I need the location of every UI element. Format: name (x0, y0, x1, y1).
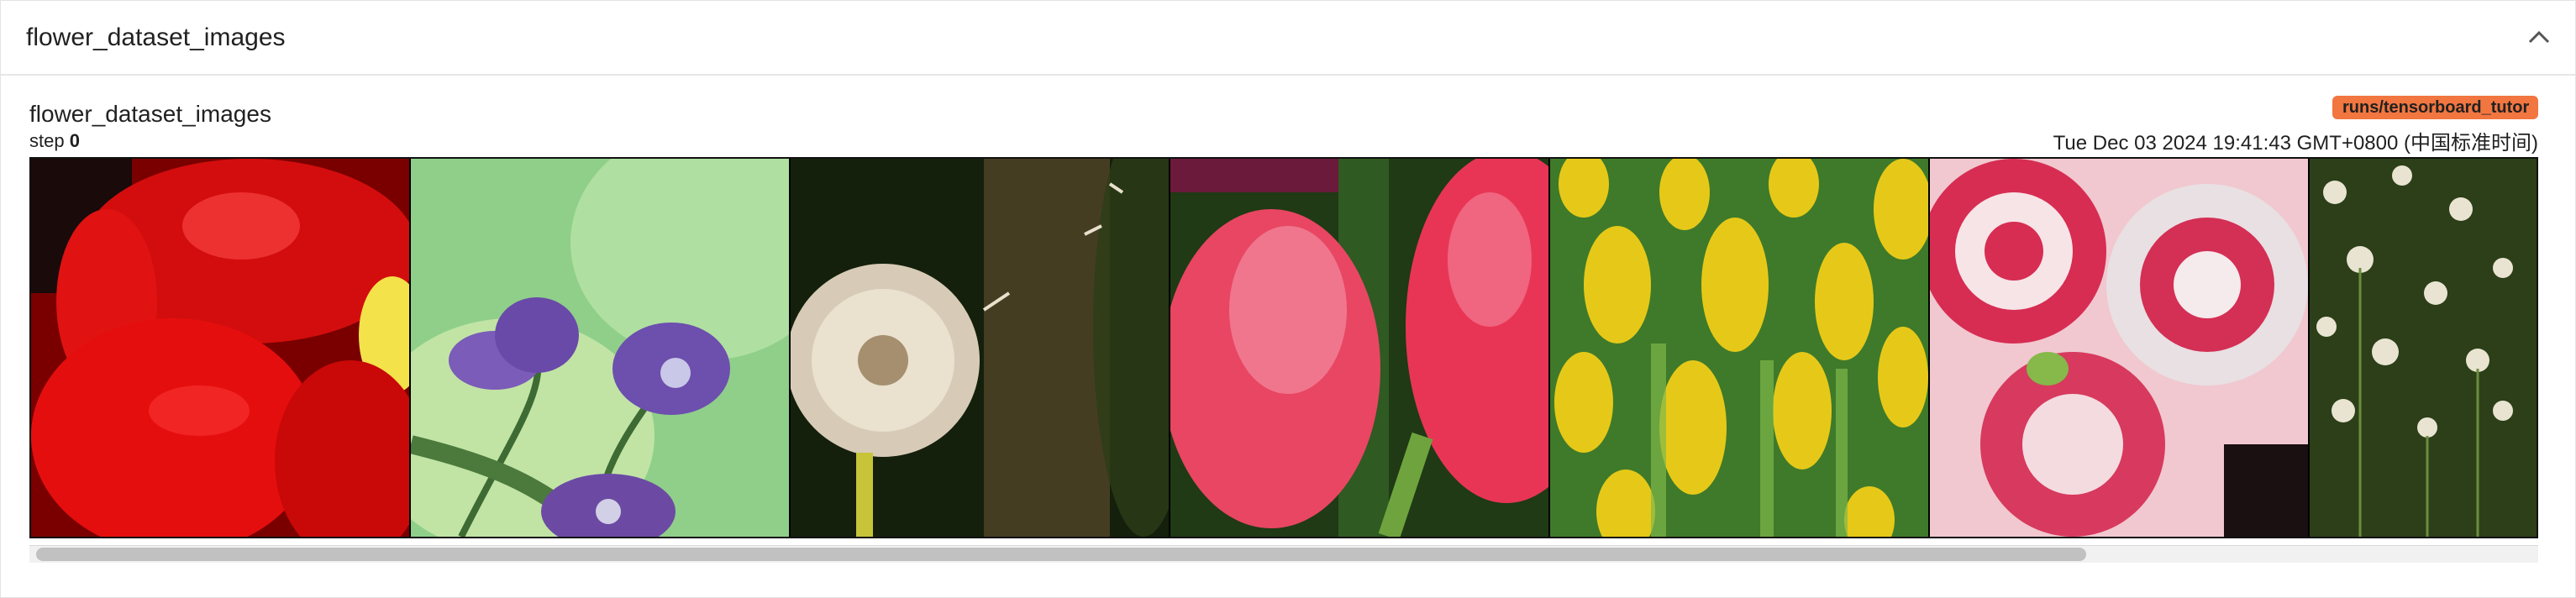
step-value: 0 (69, 130, 80, 151)
image-pink-tulips (1170, 159, 1548, 537)
panel-title: flower_dataset_images (26, 24, 286, 51)
collapse-button[interactable] (2520, 18, 2558, 56)
step-indicator: step 0 (29, 129, 80, 153)
image-purple-tulips-on-green (411, 159, 789, 537)
image-red-white-roses (1930, 159, 2308, 537)
image-strip (29, 157, 2538, 538)
image-red-flower-closeup (31, 159, 409, 537)
image-dandelion-seedhead (791, 159, 1169, 537)
chevron-up-icon (2528, 30, 2550, 44)
timestamp: Tue Dec 03 2024 19:41:43 GMT+0800 (中国标准时… (2053, 132, 2538, 155)
step-label: step (29, 130, 65, 151)
scrollbar-thumb[interactable] (36, 548, 2086, 561)
run-badge: runs/tensorboard_tutor (2332, 96, 2538, 119)
image-white-daisies-field (2310, 159, 2537, 537)
panel-header[interactable]: flower_dataset_images (1, 1, 2575, 76)
card-tag-title: flower_dataset_images (29, 101, 271, 127)
horizontal-scrollbar[interactable] (29, 545, 2538, 563)
image-yellow-tulips (1550, 159, 1928, 537)
image-panel: flower_dataset_images flower_dataset_ima… (0, 0, 2576, 598)
